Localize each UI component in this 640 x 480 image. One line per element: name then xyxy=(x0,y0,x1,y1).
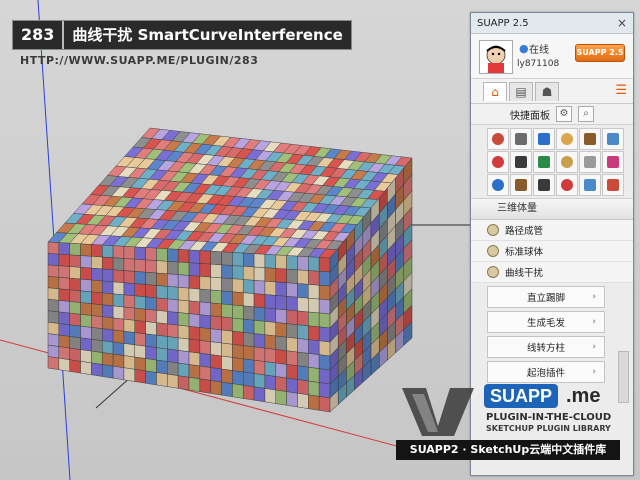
button-label: 生成毛发 xyxy=(526,318,565,329)
brand-banner: SUAPP2 · SketchUp云端中文插件库 xyxy=(396,440,620,460)
tool-glyph xyxy=(607,156,619,168)
plugin-url[interactable]: HTTP://WWW.SUAPP.ME/PLUGIN/283 xyxy=(20,54,258,67)
tool-glyph xyxy=(584,156,596,168)
user-icon[interactable]: ☗ xyxy=(535,82,559,101)
tool-icon[interactable] xyxy=(602,128,624,150)
sphere-icon xyxy=(487,245,499,257)
tool-icon[interactable] xyxy=(510,151,532,173)
panel-title-bar: SUAPP 2.5 × xyxy=(471,13,633,34)
tool-glyph xyxy=(561,133,573,145)
list-item-label: 曲线干扰 xyxy=(505,268,544,279)
quick-tool-grid xyxy=(471,125,633,199)
tool-icon[interactable] xyxy=(510,128,532,150)
suapp-logo xyxy=(402,388,474,436)
menu-icon[interactable]: ☰ xyxy=(615,83,627,98)
tool-glyph xyxy=(561,156,573,168)
tool-icon[interactable] xyxy=(533,128,555,150)
tool-icon[interactable] xyxy=(533,151,555,173)
tool-icon[interactable] xyxy=(556,128,578,150)
tool-icon[interactable] xyxy=(487,151,509,173)
brand-cloud-text: PLUGIN-IN-THE-CLOUD xyxy=(486,412,612,423)
chevron-right-icon: › xyxy=(592,317,596,327)
cube-front-cell-shade xyxy=(48,242,330,412)
chevron-right-icon: › xyxy=(592,292,596,302)
tool-glyph xyxy=(492,133,504,145)
chevron-right-icon: › xyxy=(592,367,596,377)
home-icon[interactable]: ⌂ xyxy=(483,82,507,101)
cube-front-face xyxy=(47,241,331,413)
tool-glyph xyxy=(515,179,527,191)
tool-glyph xyxy=(538,179,550,191)
tool-glyph xyxy=(492,156,504,168)
quick-panel-header: 快捷面板 ⚙ ⌕ xyxy=(471,104,633,125)
tool-icon[interactable] xyxy=(533,174,555,196)
username: ly871108 xyxy=(517,59,560,69)
document-icon[interactable]: ▤ xyxy=(509,82,533,101)
tool-glyph xyxy=(538,133,550,145)
tool-glyph xyxy=(607,179,619,191)
tool-icon[interactable] xyxy=(602,151,624,173)
button-label: 直立踢脚 xyxy=(526,293,565,304)
hair-button[interactable]: 生成毛发 › xyxy=(487,311,605,333)
avatar[interactable] xyxy=(479,40,513,74)
tool-icon[interactable] xyxy=(579,128,601,150)
gear-icon[interactable]: ⚙ xyxy=(556,106,572,122)
panel-scrollbar[interactable] xyxy=(618,351,629,403)
list-item-label: 路径成管 xyxy=(505,226,544,237)
avatar-image xyxy=(486,45,506,73)
suapp-version-badge[interactable]: SUAPP 2.5 xyxy=(575,44,625,62)
pipe-icon xyxy=(487,224,499,236)
tool-icon[interactable] xyxy=(579,151,601,173)
tool-glyph xyxy=(538,156,550,168)
panel-tabs: ⌂ ▤ ☗ ☰ xyxy=(471,79,633,104)
tool-icon[interactable] xyxy=(556,151,578,173)
user-icon: ● xyxy=(519,42,529,55)
chevron-right-icon: › xyxy=(592,342,596,352)
plugin-number: 283 xyxy=(13,21,65,49)
brand-me: .me xyxy=(566,385,601,407)
tool-icon[interactable] xyxy=(487,174,509,196)
tool-icon[interactable] xyxy=(579,174,601,196)
button-label: 线转方柱 xyxy=(526,343,565,354)
tool-glyph xyxy=(584,133,596,145)
line-to-column-button[interactable]: 线转方柱 › xyxy=(487,336,605,358)
tool-glyph xyxy=(607,133,619,145)
section-header[interactable]: 三维体量 xyxy=(471,199,633,220)
curve-icon xyxy=(487,266,499,278)
panel-title: SUAPP 2.5 xyxy=(477,17,529,29)
list-item-pipe[interactable]: 路径成管 xyxy=(471,220,633,241)
baseboard-button[interactable]: 直立踢脚 › xyxy=(487,286,605,308)
plugin-title: 曲线干扰 SmartCurveInterference xyxy=(64,21,351,49)
tool-icon[interactable] xyxy=(510,174,532,196)
close-icon[interactable]: × xyxy=(617,16,627,30)
tool-glyph xyxy=(561,179,573,191)
list-item-curve-interference[interactable]: 曲线干扰 xyxy=(471,262,633,283)
tool-glyph xyxy=(492,179,504,191)
list-item-sphere[interactable]: 标准球体 xyxy=(471,241,633,262)
tool-glyph xyxy=(584,179,596,191)
tool-glyph xyxy=(515,156,527,168)
plugin-title-bar: 283 曲线干扰 SmartCurveInterference xyxy=(12,20,352,50)
bubble-plugin-button[interactable]: 起泡插件 › xyxy=(487,361,605,383)
brand-suapp: SUAPP xyxy=(484,384,559,408)
tool-glyph xyxy=(515,133,527,145)
list-item-label: 标准球体 xyxy=(505,247,544,258)
tool-icon[interactable] xyxy=(556,174,578,196)
brand-library-text: SKETCHUP PLUGIN LIBRARY xyxy=(486,424,611,433)
tool-icon[interactable] xyxy=(487,128,509,150)
online-status: 在线 xyxy=(529,45,549,56)
quick-panel-label: 快捷面板 xyxy=(510,110,550,122)
tool-icon[interactable] xyxy=(602,174,624,196)
search-icon[interactable]: ⌕ xyxy=(578,106,594,122)
user-row: ● 在线 ly871108 SUAPP 2.5 xyxy=(471,34,633,79)
button-label: 起泡插件 xyxy=(526,368,565,379)
